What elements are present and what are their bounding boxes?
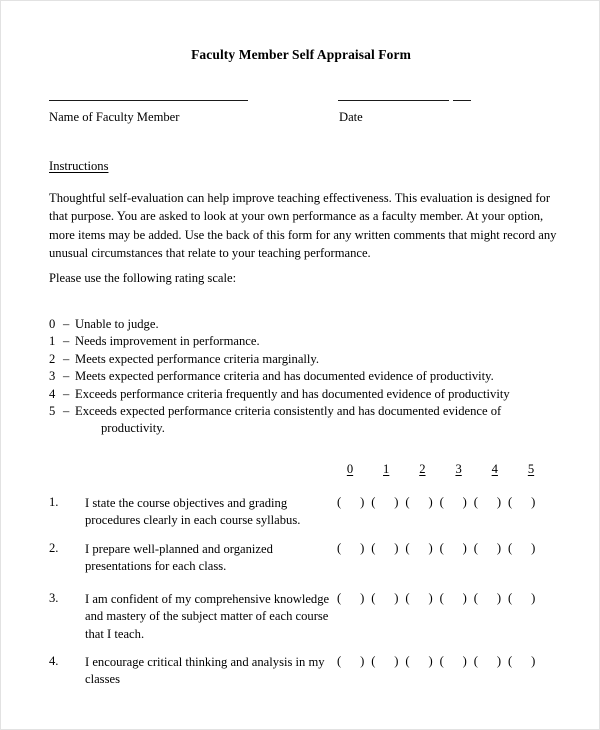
rating-scale-dash: – [63, 334, 70, 349]
rating-option-3[interactable]: ( ) [440, 541, 467, 556]
rating-scale-item: 3– Meets expected performance criteria an… [49, 368, 549, 385]
rating-option-4[interactable]: ( ) [474, 541, 501, 556]
rating-scale-item: 2– Meets expected performance criteria ma… [49, 351, 549, 368]
rating-option-3[interactable]: ( ) [440, 591, 467, 606]
rating-option-5[interactable]: ( ) [508, 541, 535, 556]
rating-option-4[interactable]: ( ) [474, 591, 501, 606]
rating-scale-text: Exceeds expected performance criteria co… [75, 404, 502, 419]
rating-option-5[interactable]: ( ) [508, 495, 535, 510]
rating-option-1[interactable]: ( ) [371, 495, 398, 510]
rating-option-1[interactable]: ( ) [371, 654, 398, 669]
rating-scale-text: Meets expected performance criteria marg… [75, 351, 320, 366]
rating-scale-list: 0– Unable to judge. 1– Needs improvement in… [49, 316, 549, 438]
rating-option-2[interactable]: ( ) [405, 591, 432, 606]
rating-scale-dash: – [63, 386, 70, 401]
question-number: 3. [49, 591, 59, 605]
rating-option-2[interactable]: ( ) [405, 541, 432, 556]
rating-column-header-5: 5 [527, 462, 535, 476]
instructions-heading: Instructions [49, 159, 109, 173]
rating-scale-text: Exceeds performance criteria frequently … [75, 386, 510, 401]
rating-option-0[interactable]: ( ) [337, 654, 364, 669]
rating-column-header-4: 4 [491, 462, 498, 476]
question-number: 1. [49, 495, 59, 509]
question-text: I state the course objectives and gradin… [85, 496, 301, 528]
rating-scale-dash: – [63, 369, 70, 384]
signature-block: Name of Faculty Member Date [49, 100, 553, 134]
rating-scale-dash: – [63, 351, 70, 366]
date-field-label: Date [339, 110, 363, 124]
question-text: I am confident of my comprehensive knowl… [85, 592, 330, 641]
rating-scale-dash: – [63, 404, 70, 419]
rating-option-5[interactable]: ( ) [508, 654, 535, 669]
rating-option-0[interactable]: ( ) [337, 495, 364, 510]
instructions-paragraph: Thoughtful self-evaluation can help impr… [49, 191, 557, 260]
question-text: I encourage critical thinking and analys… [85, 655, 325, 687]
rating-option-4[interactable]: ( ) [474, 495, 501, 510]
question-number: 4. [49, 654, 59, 668]
rating-option-1[interactable]: ( ) [371, 591, 398, 606]
rating-scale-item: 1– Needs improvement in performance. [49, 333, 549, 350]
rating-scale-text-continuation: productivity. [101, 421, 165, 436]
rating-scale-item: 0– Unable to judge. [49, 316, 549, 333]
rating-option-2[interactable]: ( ) [405, 495, 432, 510]
rating-option-0[interactable]: ( ) [337, 541, 364, 556]
rating-scale-value: 1 [49, 334, 56, 349]
rating-column-header-1: 1 [383, 462, 390, 476]
question-number: 2. [49, 541, 59, 555]
question-text: I prepare well-planned and organized pre… [85, 542, 273, 574]
rating-scale-value: 4 [49, 386, 56, 401]
rating-option-3[interactable]: ( ) [440, 654, 467, 669]
rating-scale-text: Needs improvement in performance. [75, 334, 260, 349]
rating-option-4[interactable]: ( ) [474, 654, 501, 669]
rating-scale-intro: Please use the following rating scale: [49, 271, 237, 285]
rating-scale-value: 3 [49, 369, 56, 384]
name-signature-line[interactable] [49, 100, 248, 101]
rating-column-header-0: 0 [346, 462, 354, 476]
rating-scale-dash: – [63, 317, 70, 331]
rating-option-0[interactable]: ( ) [337, 591, 364, 606]
rating-scale-item: 5– Exceeds expected performance criteria … [49, 403, 549, 438]
rating-scale-value: 2 [49, 351, 56, 366]
date-signature-line[interactable] [338, 100, 449, 101]
rating-column-header-2: 2 [419, 462, 426, 476]
name-field-label: Name of Faculty Member [49, 110, 180, 124]
rating-scale-value: 5 [49, 404, 56, 419]
rating-scale-text: Unable to judge. [75, 317, 159, 331]
rating-column-header-3: 3 [455, 462, 462, 476]
rating-option-5[interactable]: ( ) [508, 591, 535, 606]
rating-option-1[interactable]: ( ) [371, 541, 398, 556]
rating-scale-item: 4– Exceeds performance criteria frequentl… [49, 386, 549, 403]
appraisal-form-page: Faculty Member Self Appraisal Form Name … [0, 0, 600, 730]
rating-option-3[interactable]: ( ) [440, 495, 467, 510]
rating-option-2[interactable]: ( ) [405, 654, 432, 669]
page-title: Faculty Member Self Appraisal Form [191, 47, 411, 62]
rating-scale-value: 0 [49, 317, 56, 331]
date-signature-line-segment[interactable] [453, 100, 471, 101]
rating-scale-text: Meets expected performance criteria and … [75, 369, 494, 384]
